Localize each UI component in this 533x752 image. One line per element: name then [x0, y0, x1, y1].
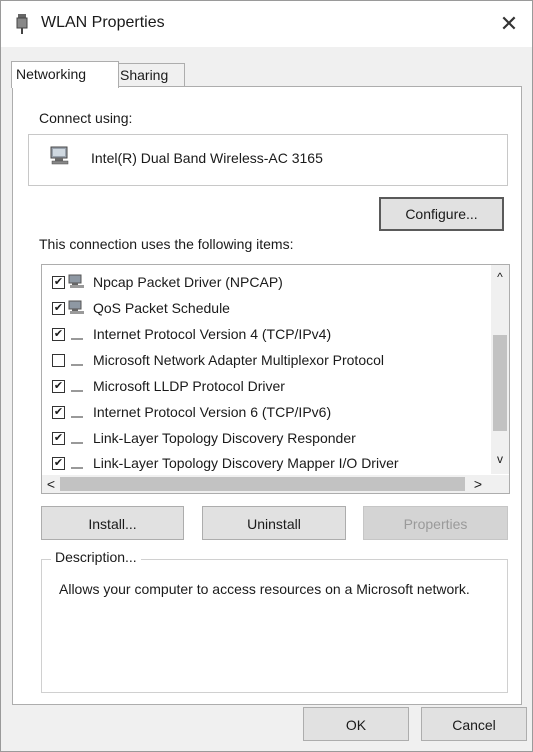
scroll-down-icon[interactable]: v — [491, 449, 509, 471]
list-item[interactable]: ✔ QoS Packet Schedule — [42, 296, 487, 322]
description-text: Allows your computer to access resources… — [59, 581, 470, 597]
item-checkbox[interactable]: ✔ — [52, 302, 65, 315]
item-label: QoS Packet Schedule — [93, 300, 230, 316]
items-listbox[interactable]: ✔ Npcap Packet Driver (NPCAP) ✔ QoS Pack… — [41, 264, 510, 494]
title-bar: WLAN Properties ✕ — [1, 1, 532, 47]
scroll-up-icon[interactable]: ^ — [491, 265, 509, 287]
protocol-icon — [71, 416, 83, 418]
window-title: WLAN Properties — [41, 14, 165, 31]
item-label: Link-Layer Topology Discovery Mapper I/O… — [93, 455, 399, 471]
check-icon: ✔ — [53, 380, 64, 392]
protocol-icon — [71, 364, 83, 366]
item-label: Internet Protocol Version 6 (TCP/IPv6) — [93, 404, 332, 420]
item-label: Microsoft Network Adapter Multiplexor Pr… — [93, 352, 384, 368]
tab-sharing[interactable]: Sharing — [115, 63, 185, 86]
list-item[interactable]: ✔ Internet Protocol Version 4 (TCP/IPv4) — [42, 322, 487, 348]
wlan-properties-window: WLAN Properties ✕ Networking Sharing Con… — [0, 0, 533, 752]
check-icon: ✔ — [53, 302, 64, 314]
item-checkbox[interactable]: ✔ — [52, 380, 65, 393]
network-client-icon — [68, 274, 84, 288]
horizontal-scrollbar[interactable]: < > — [42, 475, 509, 493]
tab-networking[interactable]: Networking — [11, 61, 119, 88]
close-button[interactable]: ✕ — [486, 1, 532, 47]
list-item[interactable]: Microsoft Network Adapter Multiplexor Pr… — [42, 348, 487, 374]
protocol-icon — [71, 390, 83, 392]
item-checkbox[interactable]: ✔ — [52, 276, 65, 289]
network-adapter-icon — [16, 14, 28, 34]
uninstall-button[interactable]: Uninstall — [202, 506, 346, 540]
adapter-name: Intel(R) Dual Band Wireless-AC 3165 — [91, 150, 323, 166]
item-label: Internet Protocol Version 4 (TCP/IPv4) — [93, 326, 332, 342]
check-icon: ✔ — [53, 432, 64, 444]
check-icon: ✔ — [53, 276, 64, 288]
connect-using-label: Connect using: — [39, 110, 133, 126]
list-item[interactable]: ✔ Link-Layer Topology Discovery Responde… — [42, 426, 487, 452]
description-legend: Description... — [51, 549, 141, 565]
item-label: Microsoft LLDP Protocol Driver — [93, 378, 285, 394]
list-item[interactable]: ✔ Link-Layer Topology Discovery Mapper I… — [42, 451, 487, 477]
item-label: Link-Layer Topology Discovery Responder — [93, 430, 356, 446]
list-item[interactable]: ✔ Internet Protocol Version 6 (TCP/IPv6) — [42, 400, 487, 426]
properties-button[interactable]: Properties — [363, 506, 508, 540]
install-button[interactable]: Install... — [41, 506, 184, 540]
check-icon: ✔ — [53, 406, 64, 418]
item-checkbox[interactable] — [52, 354, 65, 367]
scroll-left-icon[interactable]: < — [42, 475, 60, 493]
list-item[interactable]: ✔ Npcap Packet Driver (NPCAP) — [42, 270, 487, 296]
check-icon: ✔ — [53, 457, 64, 469]
protocol-icon — [71, 338, 83, 340]
network-client-icon — [68, 300, 84, 314]
ok-button[interactable]: OK — [303, 707, 409, 741]
scroll-right-icon[interactable]: > — [469, 475, 487, 493]
item-checkbox[interactable]: ✔ — [52, 432, 65, 445]
item-checkbox[interactable]: ✔ — [52, 457, 65, 470]
cancel-button[interactable]: Cancel — [421, 707, 527, 741]
vertical-scrollbar[interactable]: ^ v — [491, 265, 509, 474]
close-icon: ✕ — [499, 11, 519, 36]
scroll-thumb[interactable] — [493, 335, 507, 431]
adapter-box: Intel(R) Dual Band Wireless-AC 3165 — [28, 134, 508, 186]
item-checkbox[interactable]: ✔ — [52, 328, 65, 341]
item-checkbox[interactable]: ✔ — [52, 406, 65, 419]
items-label: This connection uses the following items… — [39, 236, 294, 252]
scroll-thumb[interactable] — [60, 477, 465, 491]
network-adapter-icon — [50, 146, 69, 165]
description-group — [41, 559, 508, 693]
item-label: Npcap Packet Driver (NPCAP) — [93, 274, 283, 290]
check-icon: ✔ — [53, 328, 64, 340]
protocol-icon — [71, 442, 83, 444]
protocol-icon — [71, 467, 83, 469]
configure-button[interactable]: Configure... — [379, 197, 504, 231]
list-item[interactable]: ✔ Microsoft LLDP Protocol Driver — [42, 374, 487, 400]
